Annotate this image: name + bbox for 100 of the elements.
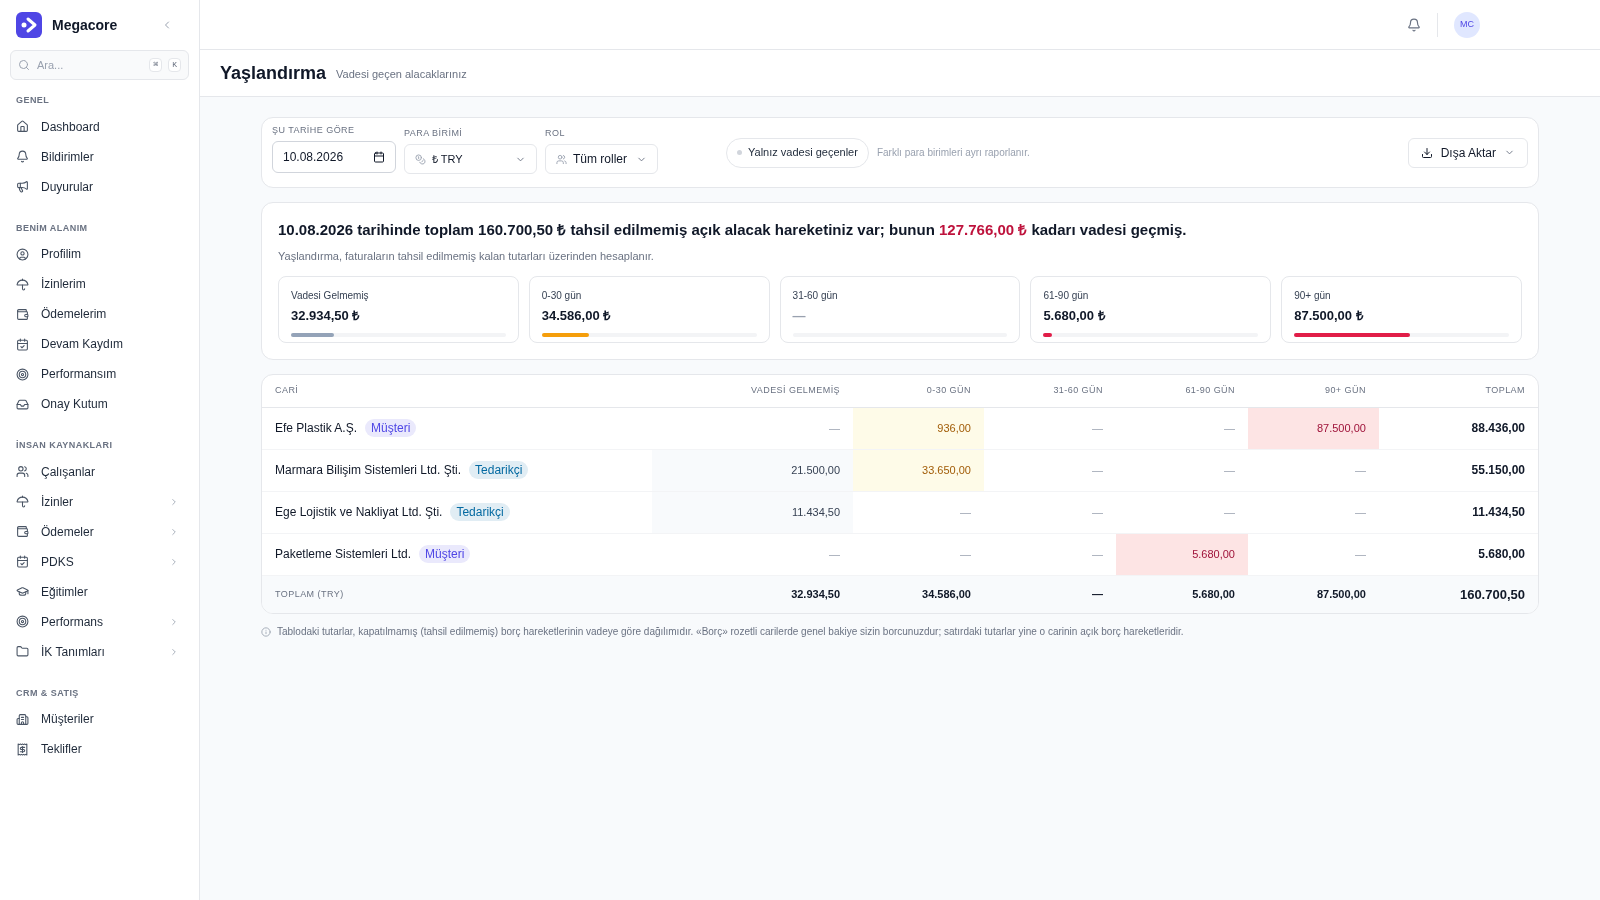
currency-note: Farklı para birimleri ayrı raporlanır. <box>876 146 1031 160</box>
target-icon <box>16 367 29 381</box>
sidebar-item[interactable]: Onay Kutum <box>10 389 189 419</box>
table-cell: — <box>983 407 1116 449</box>
users-icon <box>16 465 29 478</box>
sidebar-item[interactable]: Eğitimler <box>10 576 189 607</box>
table-cell: — <box>853 533 984 575</box>
sidebar-item[interactable]: Ödemelerim <box>10 299 189 329</box>
section-heading: BENİM ALANIM <box>15 221 89 235</box>
sidebar-item[interactable]: Performans <box>10 606 189 637</box>
account-name: Paketleme Sistemleri Ltd. <box>275 547 412 561</box>
sidebar-item[interactable]: PDKS <box>10 546 189 577</box>
bucket-amount: 5.680,00 ₺ <box>1043 307 1107 325</box>
logo-icon <box>16 12 42 38</box>
table-cell: 87.500,00 <box>1248 575 1379 613</box>
calendar-icon <box>373 151 385 164</box>
table-cell: — <box>983 449 1116 491</box>
page-title: Yaşlandırma <box>220 64 327 82</box>
sidebar-item[interactable]: Dashboard <box>10 111 189 142</box>
export-button[interactable]: Dışa Aktar <box>1407 137 1528 168</box>
sidebar-item[interactable]: İzinlerim <box>10 269 189 299</box>
table-cell: TOPLAM (TRY) <box>262 575 652 613</box>
table-cell: 88.436,00 <box>1378 407 1538 449</box>
column-header: 61-90 GÜN <box>1115 375 1248 407</box>
table-cell: 5.680,00 <box>1378 533 1538 575</box>
shortcut-key: ⌘ <box>149 58 163 72</box>
notification-icon[interactable] <box>1407 17 1421 32</box>
sidebar-item[interactable]: Müşteriler <box>10 704 189 734</box>
sidebar-item[interactable]: İK Tanımları <box>10 636 189 667</box>
footnote: Tablodaki tutarlar, kapatılmamış (tahsil edilmemiş) borç hareketlerinin vadeye göre dağılımıdır. «Borç» rozetli carilerde genel bakiye sizin borcunuzdur; satırdaki tutarlar yine o carinin açık borç hareketleridir. <box>277 625 1184 639</box>
table-cell: 55.150,00 <box>1378 449 1538 491</box>
section-heading: İNSAN KAYNAKLARI <box>15 439 114 452</box>
umbrella-icon <box>16 277 29 291</box>
sidebar-item[interactable]: Bildirimler <box>10 141 189 172</box>
inbox-icon <box>16 397 29 411</box>
brand-name: Megacore <box>52 15 119 35</box>
table-cell: 5.680,00 <box>1115 575 1248 613</box>
column-header: VADESİ GELMEMİŞ <box>652 375 854 407</box>
megaphone-icon <box>16 180 29 193</box>
table-cell: — <box>1248 533 1379 575</box>
building-icon <box>16 712 29 726</box>
table-cell: — <box>983 575 1116 613</box>
coins-icon <box>415 153 426 165</box>
bucket-label: Vadesi Gelmemiş <box>291 289 370 303</box>
column-header: TOPLAM <box>1378 375 1538 407</box>
table-cell: — <box>652 533 854 575</box>
target-icon <box>16 615 29 628</box>
account-name: Ege Lojistik ve Nakliyat Ltd. Şti. <box>275 505 443 519</box>
table-cell: 11.434,50 <box>1378 491 1538 533</box>
table-cell: — <box>1115 407 1248 449</box>
calendar-icon <box>16 555 29 568</box>
bucket-label: 31-60 gün <box>792 289 839 303</box>
field-label: PARA BİRİMİ <box>404 126 464 140</box>
table-cell: — <box>1115 491 1248 533</box>
sidebar-item[interactable]: Ödemeler <box>10 516 189 547</box>
account-tag: Tedarikçi <box>450 503 510 521</box>
table-cell: — <box>1248 491 1379 533</box>
date-field[interactable]: 10.08.2026 <box>272 141 396 174</box>
table-cell: 87.500,00 <box>1248 407 1379 449</box>
account-name: Efe Plastik A.Ş. <box>275 421 358 435</box>
receipt-icon <box>16 742 29 756</box>
column-header: CARİ <box>262 375 652 407</box>
table-cell: — <box>1115 449 1248 491</box>
sidebar-item[interactable]: Teklifler <box>10 734 189 764</box>
table-cell: 32.934,50 <box>652 575 854 613</box>
account-tag: Müşteri <box>419 545 471 563</box>
table-cell: — <box>1248 449 1379 491</box>
folder-icon <box>16 645 29 658</box>
bucket-amount: 32.934,50 ₺ <box>291 307 361 325</box>
section-heading: CRM & SATIŞ <box>15 686 80 700</box>
shortcut-key: K <box>168 58 181 72</box>
table-cell: 5.680,00 <box>1115 533 1248 575</box>
sidebar-item[interactable]: Devam Kaydım <box>10 329 189 359</box>
wallet-icon <box>16 307 29 321</box>
user-icon <box>16 247 29 261</box>
sidebar-item[interactable]: Duyurular <box>10 171 189 202</box>
sidebar-item[interactable]: Performansım <box>10 359 189 389</box>
table-cell: 33.650,00 <box>853 449 984 491</box>
table-cell: — <box>983 491 1116 533</box>
table-cell: — <box>652 407 854 449</box>
sidebar-item[interactable]: İzinler <box>10 486 189 517</box>
account-name: Marmara Bilişim Sistemleri Ltd. Şti. <box>275 463 462 477</box>
field-label: ŞU TARİHE GÖRE <box>272 123 356 137</box>
graduation-cap-icon <box>16 585 29 598</box>
bucket-amount: — <box>792 307 807 325</box>
user-avatar[interactable]: MC <box>1454 11 1480 38</box>
summary-headline: 10.08.2026 tarihinde toplam 160.700,50 ₺ tahsil edilmemiş açık alacak hareketiniz var; bunun 127.766,00 ₺ kadarı vadesi geçmiş. <box>278 220 1188 240</box>
bucket-amount: 87.500,00 ₺ <box>1294 307 1365 325</box>
download-icon <box>1420 146 1433 159</box>
info-icon <box>261 626 271 637</box>
currency-select[interactable]: ₺ TRY <box>404 144 537 175</box>
account-tag: Tedarikçi <box>469 461 529 479</box>
sidebar-item[interactable]: Çalışanlar <box>10 456 189 487</box>
bucket-amount: 34.586,00 ₺ <box>541 307 612 325</box>
field-label: ROL <box>545 126 566 140</box>
umbrella-icon <box>16 495 29 508</box>
table-cell: 11.434,50 <box>652 491 854 533</box>
role-select[interactable]: Tüm roller <box>545 144 658 175</box>
search-icon <box>18 59 30 71</box>
sidebar-item[interactable]: Profilim <box>10 239 189 269</box>
